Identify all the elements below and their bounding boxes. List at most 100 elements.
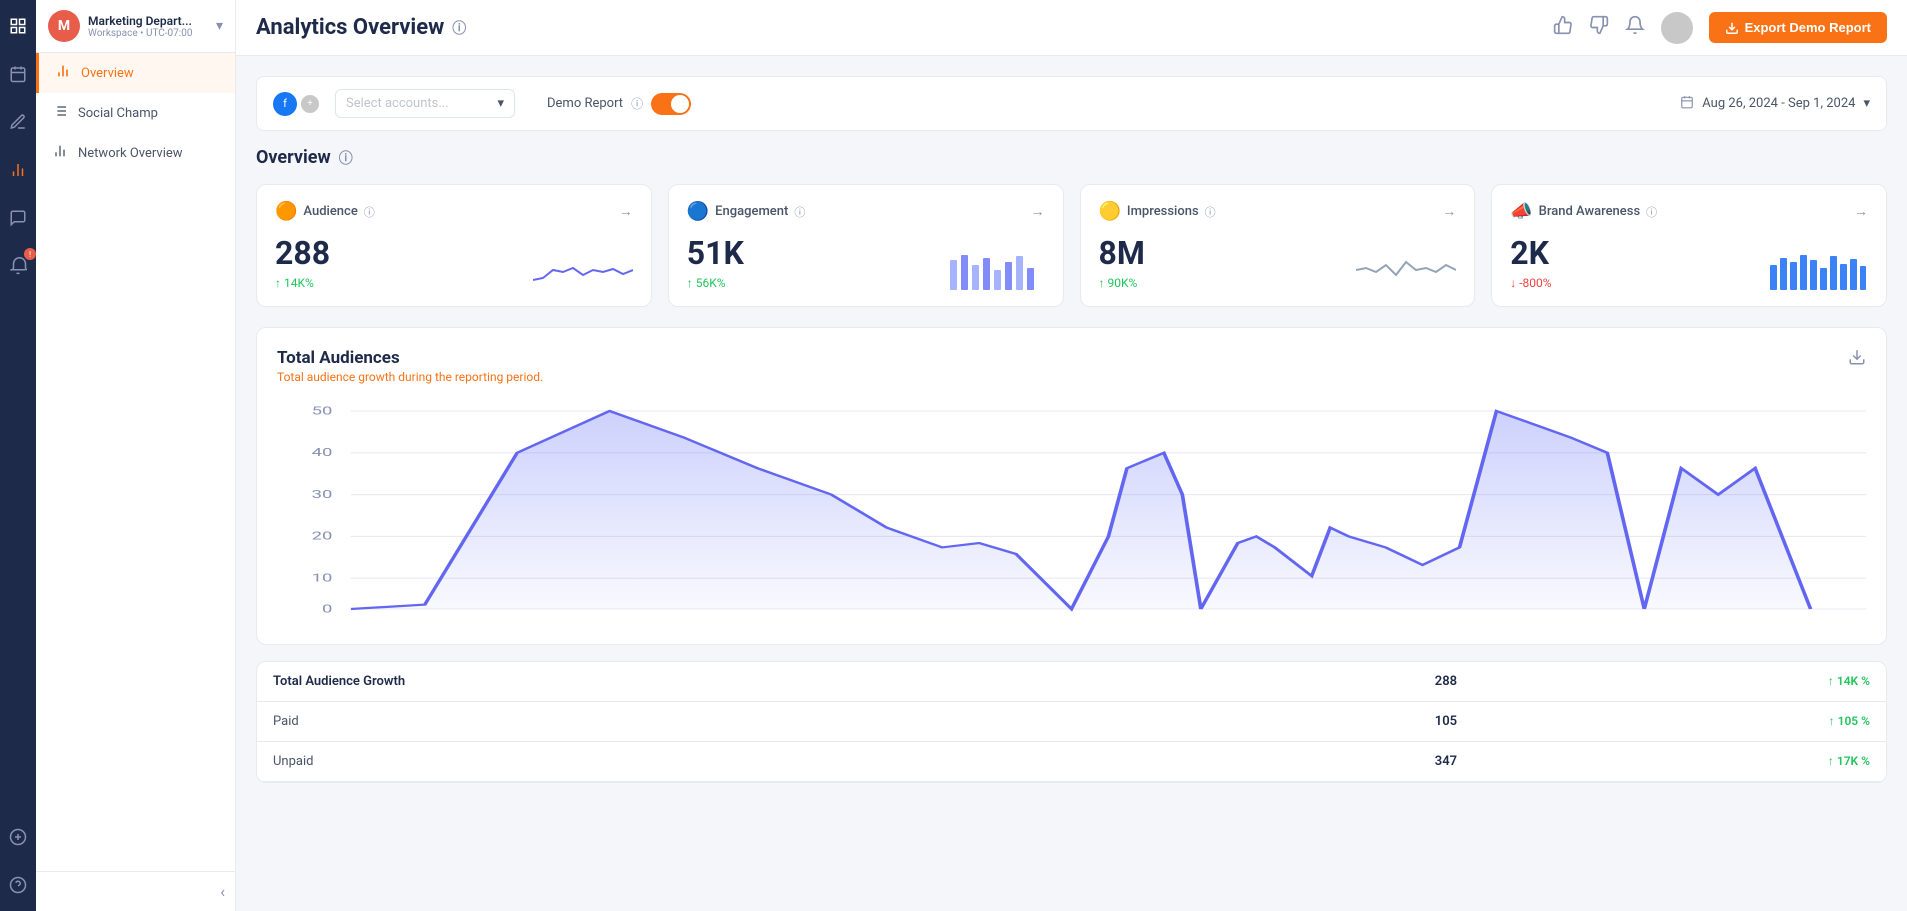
sidebar-item-overview[interactable]: Overview: [36, 53, 235, 93]
impressions-change: ↑ 90K%: [1099, 276, 1145, 290]
chart-subtitle: Total audience growth during the reporti…: [277, 370, 543, 384]
network-overview-icon: [52, 143, 68, 163]
svg-text:Fri 17: Fri 17: [1254, 619, 1296, 620]
brand-awareness-card: 📣 Brand Awareness ⓘ → 2K ↓ -800%: [1491, 184, 1887, 307]
svg-text:Sat 11: Sat 11: [919, 619, 966, 620]
impressions-sparkline: [1356, 250, 1456, 290]
workspace-name: Marketing Depart...: [88, 14, 208, 28]
sidebar-icon-mentions[interactable]: [4, 204, 32, 232]
svg-text:0: 0: [322, 602, 332, 615]
date-range-chevron: ▾: [1863, 96, 1870, 111]
svg-text:Tue 21: Tue 21: [1453, 619, 1503, 620]
sidebar-icon-grid[interactable]: [4, 12, 32, 40]
account-dropdown[interactable]: Select accounts... ▾: [335, 89, 515, 118]
date-range-text: Aug 26, 2024 - Sep 1, 2024: [1702, 96, 1855, 111]
svg-text:November: November: [313, 619, 390, 620]
export-demo-report-button[interactable]: Export Demo Report: [1709, 12, 1887, 43]
thumbs-down-icon[interactable]: [1589, 15, 1609, 40]
audience-card-label: 🟠 Audience ⓘ: [275, 201, 375, 222]
sidebar-item-social-champ[interactable]: Social Champ: [36, 93, 235, 133]
social-champ-icon: [52, 103, 68, 123]
table-header-change: ↑ 14K %: [1473, 662, 1886, 702]
overview-info-icon: ⓘ: [339, 148, 353, 168]
impressions-card-label: 🟡 Impressions ⓘ: [1099, 201, 1216, 222]
page-title-text: Analytics Overview: [256, 15, 444, 40]
overview-section: Overview ⓘ 🟠 Audience ⓘ →: [256, 147, 1887, 307]
unpaid-value: 347: [1171, 742, 1473, 782]
sidebar-icon-add[interactable]: [4, 823, 32, 851]
audience-growth-table: Total Audience Growth 288 ↑ 14K % Paid 1…: [256, 661, 1887, 783]
svg-text:December: December: [1828, 619, 1866, 620]
total-audiences-chart: 50 40 30 20 10 0 November: [277, 400, 1866, 620]
sidebar-icon-notifications[interactable]: !: [4, 252, 32, 280]
header-actions: Export Demo Report: [1553, 12, 1887, 44]
social-champ-label: Social Champ: [78, 106, 158, 121]
svg-text:Mon 05: Mon 05: [582, 619, 638, 620]
unpaid-change: ↑ 17K %: [1473, 742, 1886, 782]
page-title: Analytics Overview ⓘ: [256, 15, 1553, 40]
dropdown-placeholder: Select accounts...: [346, 96, 491, 111]
sidebar-item-network-overview[interactable]: Network Overview: [36, 133, 235, 173]
network-overview-label: Network Overview: [78, 146, 183, 161]
engagement-card-label: 🔵 Engagement ⓘ: [687, 201, 806, 222]
bell-icon[interactable]: [1625, 15, 1645, 40]
engagement-info-icon: ⓘ: [794, 204, 805, 220]
svg-text:50: 50: [312, 404, 333, 417]
audience-change: ↑ 14K%: [275, 276, 330, 290]
audience-info-icon: ⓘ: [364, 204, 375, 220]
svg-text:10: 10: [312, 571, 333, 584]
total-change-value: ↑ 14K %: [1828, 674, 1870, 688]
thumbs-up-icon[interactable]: [1553, 15, 1573, 40]
paid-label: Paid: [257, 702, 1171, 742]
demo-report-toggle[interactable]: [651, 93, 691, 115]
main-content: Analytics Overview ⓘ Export Demo Report: [236, 0, 1907, 911]
impressions-card: 🟡 Impressions ⓘ → 8M ↑ 90K%: [1080, 184, 1476, 307]
more-platforms-icon: +: [301, 95, 319, 113]
workspace-timezone: Workspace • UTC-07:00: [88, 28, 208, 39]
audience-value: 288: [275, 234, 330, 272]
user-avatar[interactable]: [1661, 12, 1693, 44]
brand-awareness-sparkline: [1768, 250, 1868, 290]
engagement-value: 51K: [687, 234, 744, 272]
svg-text:Thu 09: Thu 09: [806, 619, 857, 620]
top-header: Analytics Overview ⓘ Export Demo Report: [236, 0, 1907, 56]
svg-text:Wed 15: Wed 15: [1136, 619, 1192, 620]
demo-report-label: Demo Report: [547, 96, 623, 111]
filter-bar: f + Select accounts... ▾ Demo Report ⓘ A…: [256, 76, 1887, 131]
date-range-picker[interactable]: Aug 26, 2024 - Sep 1, 2024 ▾: [1680, 95, 1870, 113]
unpaid-label: Unpaid: [257, 742, 1171, 782]
sidebar-icon-help[interactable]: [4, 871, 32, 899]
sidebar-icon-compose[interactable]: [4, 108, 32, 136]
overview-section-title: Overview ⓘ: [256, 147, 1887, 168]
calendar-icon: [1680, 95, 1694, 113]
workspace-avatar: M: [48, 10, 80, 42]
engagement-card: 🔵 Engagement ⓘ → 51K ↑ 56K%: [668, 184, 1064, 307]
svg-text:Fri 03: Fri 03: [478, 619, 519, 620]
brand-awareness-arrow[interactable]: →: [1854, 203, 1868, 220]
chart-download-button[interactable]: [1848, 348, 1866, 370]
collapse-icon: ‹: [220, 882, 225, 901]
header-info-icon[interactable]: ⓘ: [452, 18, 466, 38]
svg-text:Mon 27: Mon 27: [1727, 619, 1783, 620]
engagement-arrow[interactable]: →: [1031, 203, 1045, 220]
overview-icon: [55, 63, 71, 83]
svg-text:Tue 07: Tue 07: [695, 619, 745, 620]
impressions-arrow[interactable]: →: [1442, 203, 1456, 220]
total-audiences-chart-section: Total Audiences Total audience growth du…: [256, 327, 1887, 645]
paid-change: ↑ 105 %: [1473, 702, 1886, 742]
metric-cards-row: 🟠 Audience ⓘ → 288 ↑ 14K%: [256, 184, 1887, 307]
workspace-selector[interactable]: M Marketing Depart... Workspace • UTC-07…: [36, 0, 235, 53]
chart-title: Total Audiences: [277, 348, 543, 368]
table-row: Paid 105 ↑ 105 %: [257, 702, 1886, 742]
svg-text:Thu 23: Thu 23: [1545, 619, 1596, 620]
export-btn-label: Export Demo Report: [1745, 20, 1871, 35]
facebook-icon[interactable]: f: [273, 92, 297, 116]
sidebar-collapse-button[interactable]: ‹: [36, 871, 235, 911]
svg-text:Sat 25: Sat 25: [1639, 619, 1687, 620]
sidebar-icon-analytics[interactable]: [4, 156, 32, 184]
audience-sparkline: [533, 250, 633, 290]
workspace-info: Marketing Depart... Workspace • UTC-07:0…: [88, 14, 208, 39]
sidebar-icon-calendar[interactable]: [4, 60, 32, 88]
brand-awareness-info-icon: ⓘ: [1646, 204, 1657, 220]
audience-arrow[interactable]: →: [619, 203, 633, 220]
